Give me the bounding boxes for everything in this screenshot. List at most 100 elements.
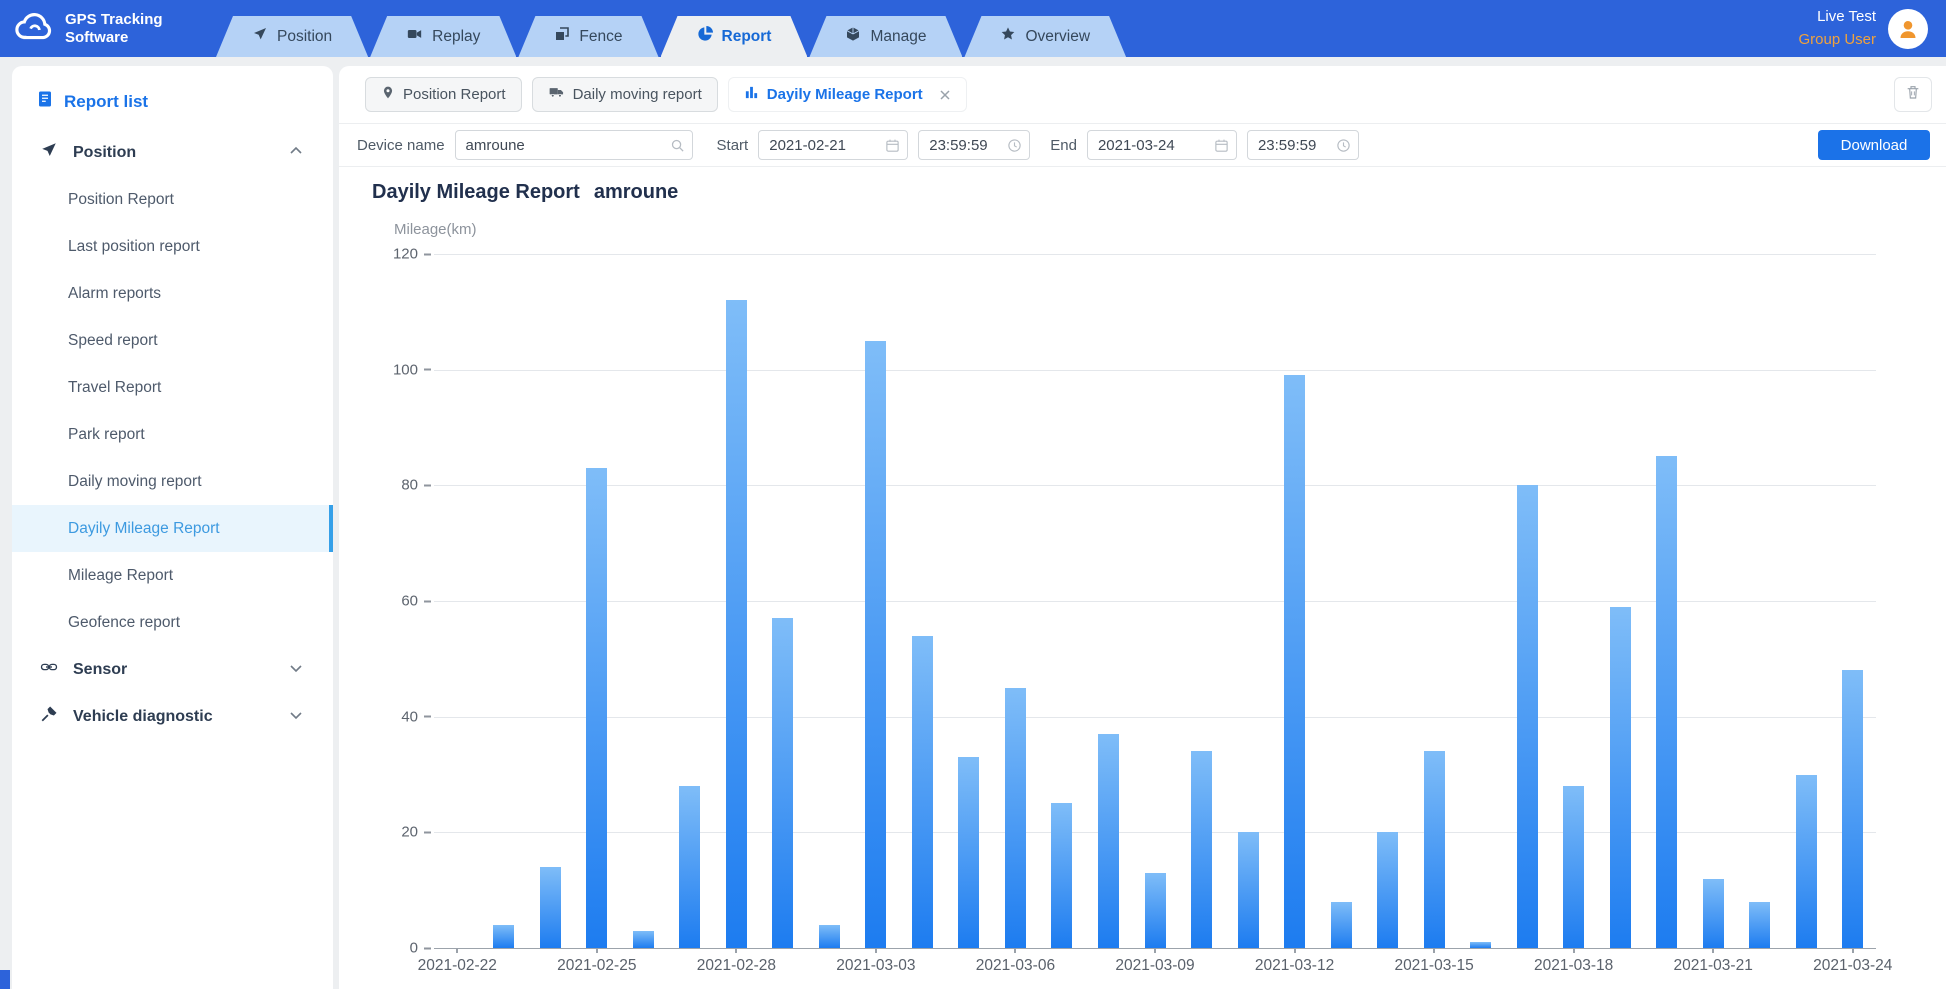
y-tick-label: 0 — [410, 940, 434, 957]
cube-icon — [845, 26, 861, 47]
tab-daily-moving-report[interactable]: Daily moving report — [532, 77, 718, 112]
user-info: Live Test Group User — [1798, 6, 1876, 51]
bar[interactable] — [1377, 832, 1398, 948]
sidebar-item-dayily-mileage-report[interactable]: Dayily Mileage Report — [12, 505, 333, 552]
bar[interactable] — [1331, 902, 1352, 948]
x-tick-label: 2021-03-15 — [1394, 957, 1473, 975]
page-corner-decoration — [0, 970, 10, 989]
truck-icon — [548, 85, 565, 104]
fence-icon — [554, 26, 570, 47]
bar[interactable] — [958, 757, 979, 948]
y-tick-label: 40 — [401, 708, 434, 725]
bar[interactable] — [1563, 786, 1584, 948]
bar[interactable] — [1238, 832, 1259, 948]
bar[interactable] — [1051, 803, 1072, 948]
bar[interactable] — [1610, 607, 1631, 948]
bar[interactable] — [1470, 942, 1491, 948]
bar[interactable] — [912, 636, 933, 948]
sidebar-item-daily-moving-report[interactable]: Daily moving report — [12, 458, 333, 505]
paper-plane-icon — [40, 141, 58, 164]
nav-tab-position[interactable]: Position — [216, 16, 368, 57]
bar[interactable] — [1284, 375, 1305, 948]
pie-chart-icon — [697, 26, 713, 47]
nav-tab-replay[interactable]: Replay — [370, 16, 516, 57]
x-tick-label: 2021-03-21 — [1674, 957, 1753, 975]
bar[interactable] — [1842, 670, 1863, 948]
sidebar-section-sensor[interactable]: Sensor — [12, 646, 333, 693]
bar-chart-icon — [744, 85, 759, 104]
sidebar-item-last-position-report[interactable]: Last position report — [12, 223, 333, 270]
y-tick-mark — [424, 484, 431, 486]
x-tick-label: 2021-03-09 — [1115, 957, 1194, 975]
device-name-label: Device name — [357, 137, 445, 154]
sidebar-item-travel-report[interactable]: Travel Report — [12, 364, 333, 411]
paper-plane-icon — [252, 26, 268, 47]
nav-tab-fence[interactable]: Fence — [518, 16, 658, 57]
bar[interactable] — [1749, 902, 1770, 948]
bar[interactable] — [586, 468, 607, 948]
start-date-input[interactable] — [758, 130, 908, 160]
bar[interactable] — [1703, 879, 1724, 948]
y-tick-label: 120 — [393, 246, 434, 263]
bar[interactable] — [1191, 751, 1212, 948]
bar[interactable] — [1796, 775, 1817, 949]
bar[interactable] — [819, 925, 840, 948]
x-tick-label: 2021-03-03 — [836, 957, 915, 975]
download-button[interactable]: Download — [1818, 130, 1930, 160]
x-tick-label: 2021-03-24 — [1813, 957, 1892, 975]
bar[interactable] — [1656, 456, 1677, 948]
tab-dayily-mileage-report[interactable]: Dayily Mileage Report — [728, 77, 967, 112]
nav-tab-overview[interactable]: Overview — [964, 16, 1126, 57]
clear-tabs-button[interactable] — [1894, 77, 1932, 112]
gridline — [434, 254, 1876, 255]
sidebar-item-position-report[interactable]: Position Report — [12, 176, 333, 223]
sidebar-section-vehicle-diagnostic[interactable]: Vehicle diagnostic — [12, 693, 333, 740]
bar[interactable] — [726, 300, 747, 948]
start-date-field — [758, 130, 908, 160]
sidebar-item-speed-report[interactable]: Speed report — [12, 317, 333, 364]
bar[interactable] — [633, 931, 654, 948]
bar[interactable] — [1145, 873, 1166, 948]
avatar[interactable] — [1888, 9, 1928, 49]
bar[interactable] — [772, 618, 793, 948]
bar[interactable] — [1517, 485, 1538, 948]
nav-tab-label: Position — [277, 28, 332, 46]
sidebar-item-mileage-report[interactable]: Mileage Report — [12, 552, 333, 599]
nav-tab-report[interactable]: Report — [661, 16, 808, 57]
nav-tab-label: Overview — [1025, 28, 1090, 46]
y-axis-title: Mileage(km) — [394, 221, 1946, 238]
bar[interactable] — [1098, 734, 1119, 948]
nav-tab-label: Manage — [870, 28, 926, 46]
sidebar-item-geofence-report[interactable]: Geofence report — [12, 599, 333, 646]
sidebar-item-park-report[interactable]: Park report — [12, 411, 333, 458]
tab-position-report[interactable]: Position Report — [365, 77, 522, 112]
start-time-field — [918, 130, 1030, 160]
sidebar-section-position[interactable]: Position — [12, 129, 333, 176]
app-logo: GPS TrackingSoftware — [14, 0, 184, 57]
chevron-up-icon — [289, 144, 303, 162]
x-tick-mark — [1294, 948, 1296, 953]
sidebar-item-alarm-reports[interactable]: Alarm reports — [12, 270, 333, 317]
sidebar-title: Report list — [12, 78, 333, 129]
close-tab-icon[interactable] — [939, 89, 951, 101]
bar[interactable] — [1424, 751, 1445, 948]
top-navigation: GPS TrackingSoftware Position Replay Fen… — [0, 0, 1946, 57]
open-tabs-row: Position Report Daily moving report Dayi… — [339, 66, 1946, 124]
bar[interactable] — [493, 925, 514, 948]
bar[interactable] — [865, 341, 886, 948]
nav-tab-label: Replay — [432, 28, 480, 46]
end-time-input[interactable] — [1247, 130, 1359, 160]
person-icon — [1896, 17, 1920, 41]
device-name-input[interactable] — [455, 130, 693, 160]
nav-tab-manage[interactable]: Manage — [809, 16, 962, 57]
x-tick-mark — [1712, 948, 1714, 953]
bar[interactable] — [540, 867, 561, 948]
bar[interactable] — [1005, 688, 1026, 948]
chevron-down-icon — [289, 708, 303, 726]
start-time-input[interactable] — [918, 130, 1030, 160]
end-date-input[interactable] — [1087, 130, 1237, 160]
x-tick-mark — [735, 948, 737, 953]
x-tick-mark — [1154, 948, 1156, 953]
x-tick-label: 2021-03-12 — [1255, 957, 1334, 975]
bar[interactable] — [679, 786, 700, 948]
